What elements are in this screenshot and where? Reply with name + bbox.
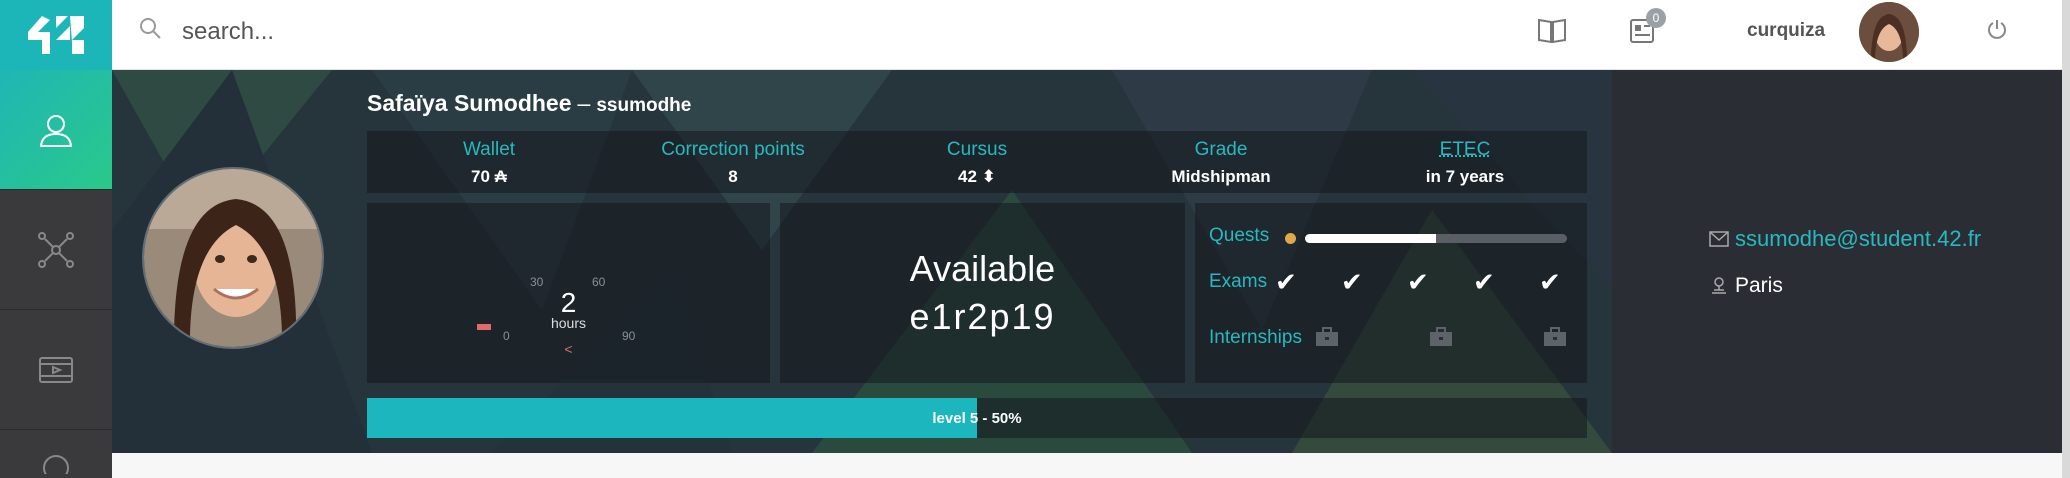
search-input[interactable] xyxy=(182,12,782,52)
stat-etec: ETEC in 7 years xyxy=(1343,131,1587,193)
name-separator: – xyxy=(577,90,591,116)
logo-42-icon xyxy=(28,16,84,54)
stat-label: Correction points xyxy=(661,139,805,160)
envelope-icon xyxy=(1709,231,1729,247)
quests-progress-bar xyxy=(1305,234,1567,243)
stat-value: Midshipman xyxy=(1171,167,1271,186)
sidebar xyxy=(0,70,112,478)
logtime-card: 30 60 0 90 2 hours < xyxy=(367,203,770,383)
stat-label: Grade xyxy=(1194,139,1248,160)
page-scrollbar[interactable] xyxy=(2062,0,2070,478)
stat-label[interactable]: ETEC xyxy=(1343,139,1587,161)
logtime-unit: hours xyxy=(550,315,587,331)
user-avatar-image xyxy=(1859,2,1919,62)
circle-icon xyxy=(43,455,69,474)
profile-banner: Safaïya Sumodhee – ssumodhe Wallet 70 ₳ Co… xyxy=(112,70,1612,453)
exam-check-icon: ✔ xyxy=(1341,267,1363,297)
exams-label: Exams xyxy=(1209,271,1268,292)
internships-label: Internships xyxy=(1209,327,1302,348)
contact-panel: ssumodhe@student.42.fr Paris xyxy=(1612,70,2062,453)
level-text: level 5 - 50% xyxy=(932,409,1022,427)
sidebar-item-elearning[interactable] xyxy=(0,310,112,430)
location-text: Paris xyxy=(1735,274,1783,297)
stat-correction-points: Correction points 8 xyxy=(611,131,855,193)
quest-status-dot xyxy=(1285,233,1296,244)
stat-grade: Grade Midshipman xyxy=(1099,131,1343,193)
graph-network-icon xyxy=(38,231,74,268)
stat-label: Wallet xyxy=(462,139,516,160)
availability-status: Available xyxy=(909,248,1056,289)
exam-check-icon: ✔ xyxy=(1539,267,1561,297)
profile-login: ssumodhe xyxy=(596,95,692,116)
logout-button[interactable] xyxy=(1986,18,2008,45)
quests-progress-fill xyxy=(1305,234,1436,243)
stat-value: 70 ₳ xyxy=(471,167,507,186)
progress-card: Quests Exams ✔ ✔ ✔ ✔ ✔ Internships xyxy=(1195,203,1587,383)
stats-bar: Wallet 70 ₳ Correction points 8 Cursus 4… xyxy=(367,131,1587,193)
quests-label: Quests xyxy=(1209,225,1270,246)
exam-check-icon: ✔ xyxy=(1275,267,1297,297)
location-row: Paris xyxy=(1709,274,1783,298)
level-bar: level 5 - 50% xyxy=(367,398,1587,438)
exam-check-icon: ✔ xyxy=(1407,267,1429,297)
logtime-prev-arrow[interactable]: < xyxy=(367,341,770,357)
sidebar-item-profile[interactable] xyxy=(0,70,112,190)
briefcase-icon xyxy=(1544,327,1566,346)
availability-host: e1r2p19 xyxy=(909,296,1056,337)
stat-wallet: Wallet 70 ₳ xyxy=(367,131,611,193)
current-username[interactable]: curquiza xyxy=(1747,20,1825,42)
user-icon xyxy=(39,114,73,147)
notification-badge: 0 xyxy=(1646,8,1666,28)
notifications-button[interactable]: 0 xyxy=(1626,8,1666,51)
profile-name-line: Safaïya Sumodhee – ssumodhe xyxy=(367,90,691,117)
sidebar-item-holy-graph[interactable] xyxy=(0,190,112,310)
stat-value: 8 xyxy=(728,167,738,186)
video-player-icon xyxy=(39,356,73,383)
profile-picture xyxy=(142,167,324,349)
top-bar: 0 curquiza xyxy=(112,0,2062,70)
stat-cursus[interactable]: Cursus 42 ⬍ xyxy=(855,131,1099,193)
exam-check-icon: ✔ xyxy=(1473,267,1495,297)
profile-full-name: Safaïya Sumodhee xyxy=(367,90,572,116)
email-link[interactable]: ssumodhe@student.42.fr xyxy=(1735,226,1981,252)
page-content-area xyxy=(112,453,2062,478)
stat-value: in 7 years xyxy=(1425,167,1505,186)
email-row[interactable]: ssumodhe@student.42.fr xyxy=(1709,226,1981,252)
availability-card: Available e1r2p19 xyxy=(780,203,1185,383)
open-book-icon xyxy=(1538,18,1566,44)
app-root: 0 curquiza xyxy=(0,0,2070,478)
sidebar-item-more[interactable] xyxy=(0,430,112,478)
cursus-select[interactable]: 42 ⬍ xyxy=(855,167,1099,187)
profile-photo xyxy=(144,169,322,347)
briefcase-icon xyxy=(1316,327,1338,346)
location-pin-icon xyxy=(1712,277,1726,294)
stat-label: Cursus xyxy=(946,139,1008,160)
user-avatar[interactable] xyxy=(1859,2,1919,62)
elearning-button[interactable] xyxy=(1536,14,1568,51)
briefcase-icon xyxy=(1430,327,1452,346)
logo-42[interactable] xyxy=(0,0,112,70)
power-icon xyxy=(1988,20,2006,39)
search-icon xyxy=(140,18,161,39)
